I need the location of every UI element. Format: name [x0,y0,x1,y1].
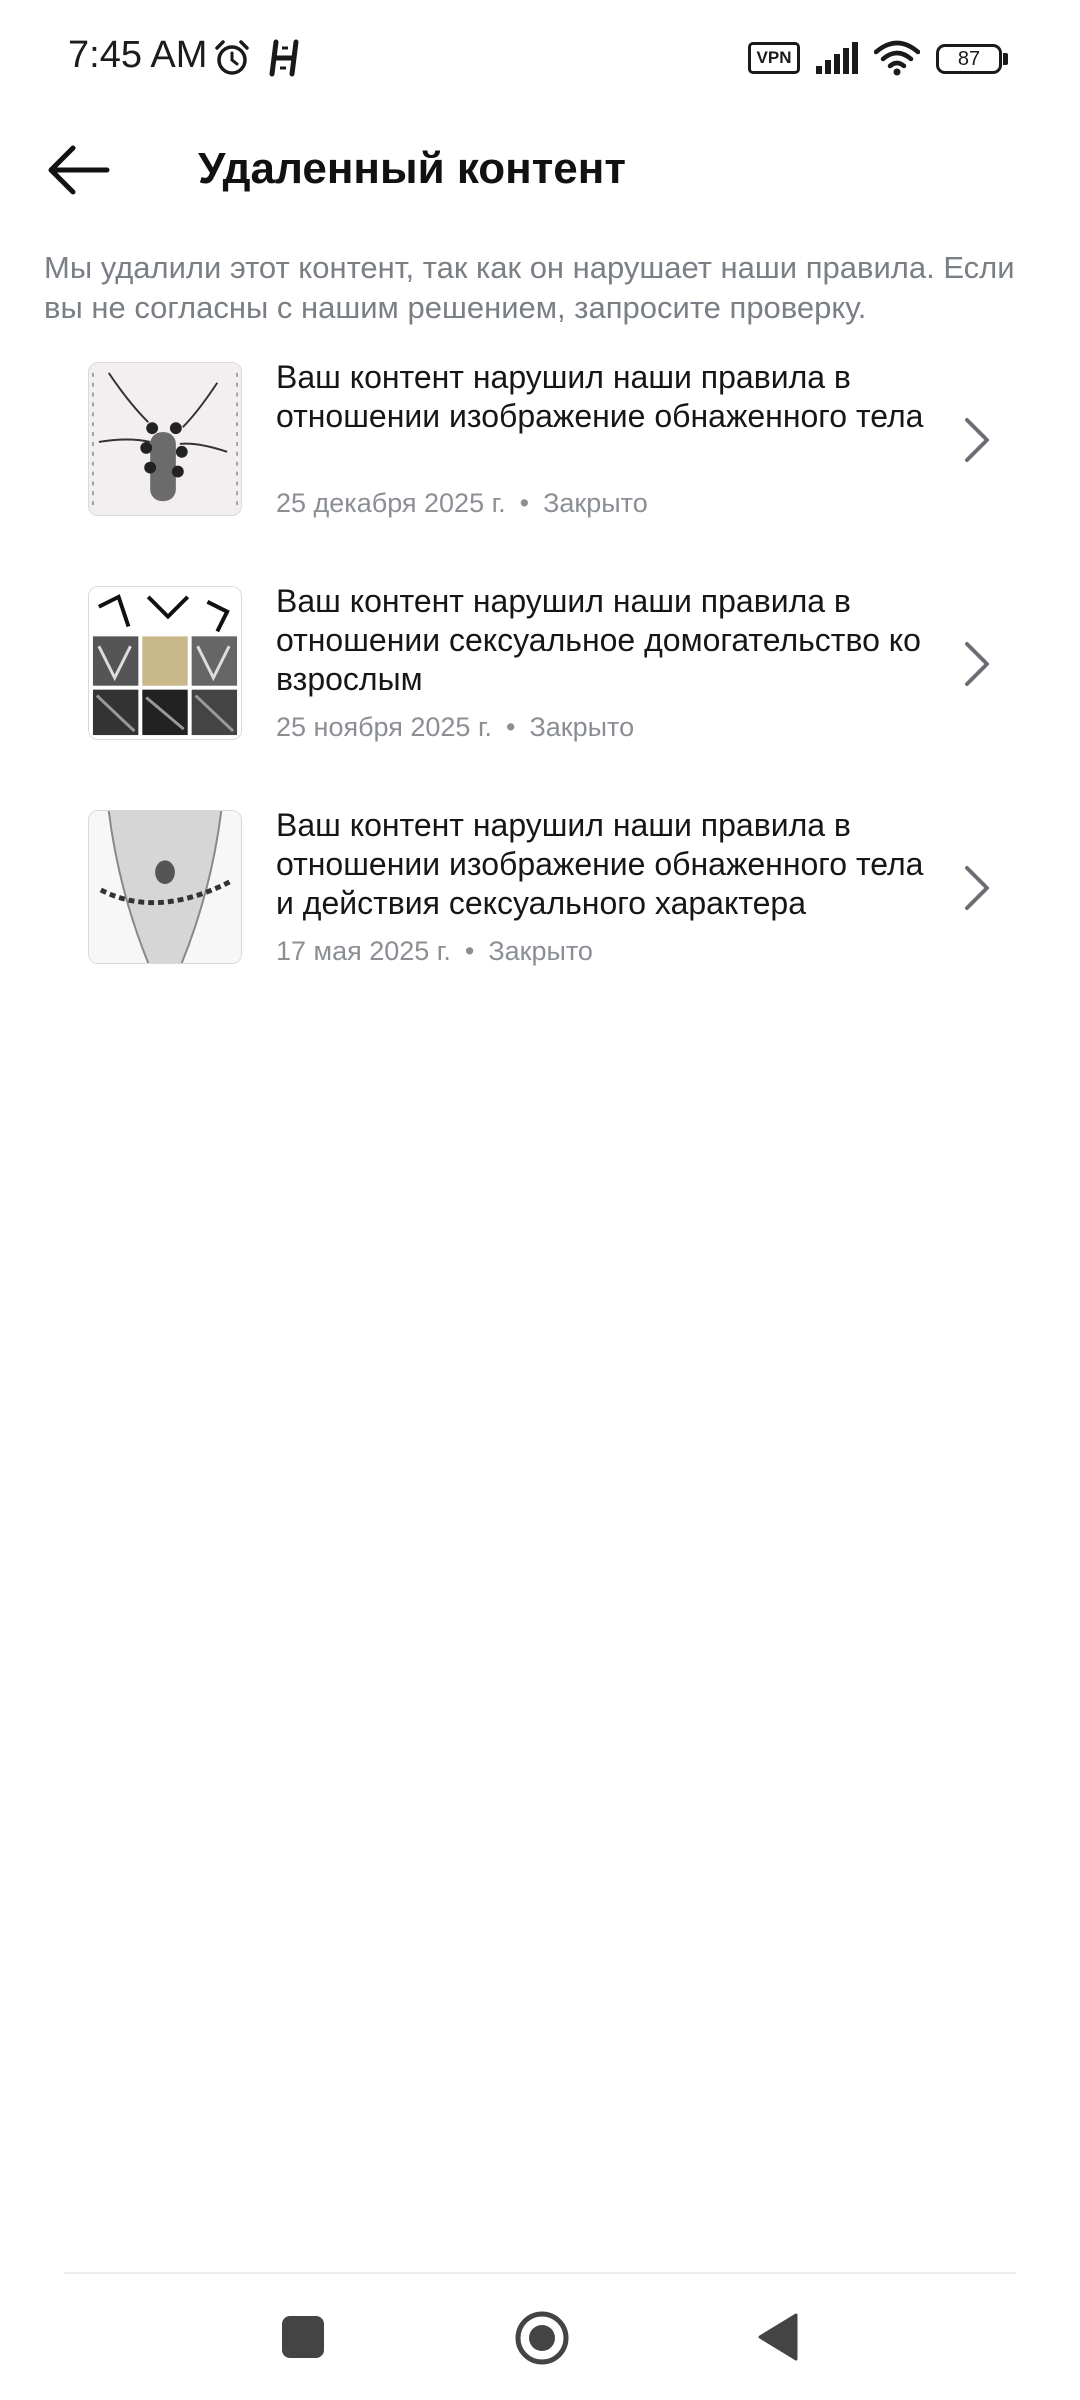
nav-divider [64,2272,1016,2274]
violation-title: Ваш контент нарушил наши правила в отнош… [276,583,921,697]
violation-title: Ваш контент нарушил наши правила в отнош… [276,807,924,921]
back-triangle-icon[interactable] [756,2312,800,2362]
battery-tip [1003,53,1008,65]
description-text: Мы удалили этот контент, так как он нару… [44,250,1015,325]
meta-separator: • [464,936,475,966]
page-title: Удаленный контент [198,144,626,193]
home-circle-icon[interactable] [514,2310,570,2366]
vpn-badge: VPN [748,42,800,74]
violation-item[interactable]: Ваш контент нарушил наши правила в отнош… [0,580,1080,804]
alarm-icon [215,40,249,75]
violation-title: Ваш контент нарушил наши правила в отнош… [276,359,924,434]
violation-status: Закрыто [488,936,593,966]
violation-item[interactable]: Ваш контент нарушил наши правила в отнош… [0,356,1080,580]
meta-separator: • [519,488,530,518]
violation-meta: 17 мая 2025 г. • Закрыто [276,934,593,968]
violation-date: 25 ноября 2025 г. [276,712,492,742]
recents-square-icon[interactable] [282,2316,324,2358]
signal-icon [816,42,858,74]
back-button[interactable] [40,138,116,202]
violation-meta: 25 декабря 2025 г. • Закрыто [276,486,648,520]
violation-meta: 25 ноября 2025 г. • Закрыто [276,710,634,744]
violation-item[interactable]: Ваш контент нарушил наши правила в отнош… [0,804,1080,1028]
chevron-right-icon [965,418,989,462]
violation-date: 25 декабря 2025 г. [276,488,506,518]
h-app-icon [269,39,299,77]
content-thumbnail [88,810,242,964]
status-time: 7:45 AM [68,34,208,76]
content-thumbnail [88,362,242,516]
chevron-right-icon [965,642,989,686]
violation-list: Ваш контент нарушил наши правила в отнош… [0,356,1080,1028]
status-bar: 7:45 AM VPN 87 [0,0,1080,118]
violation-status: Закрыто [543,488,648,518]
violation-status: Закрыто [529,712,635,742]
battery-icon: 87 [936,44,1002,74]
wifi-icon [874,40,920,76]
arrow-left-icon [48,145,110,195]
violation-date: 17 мая 2025 г. [276,936,451,966]
meta-separator: • [506,712,516,742]
chevron-right-icon [965,866,989,910]
content-thumbnail [88,586,242,740]
